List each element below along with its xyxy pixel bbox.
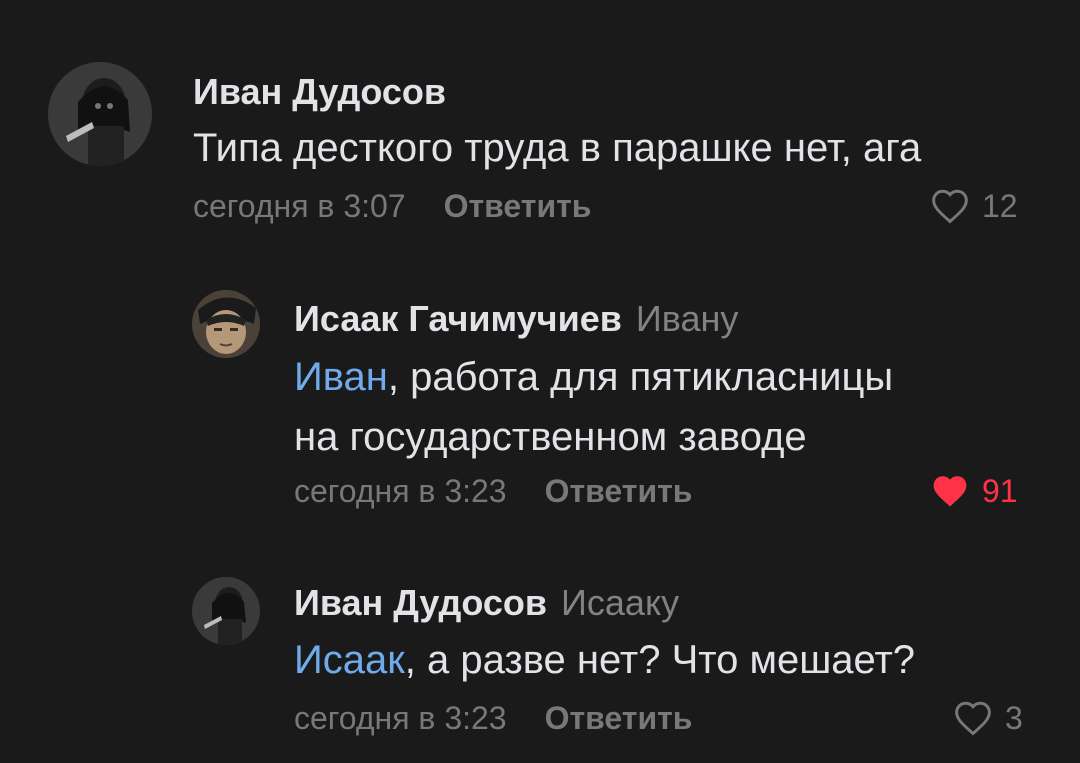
author-line: Иван Дудосов xyxy=(193,70,446,114)
comment-text: Исаак, а разве нет? Что мешает? xyxy=(294,630,915,690)
comment-text-line: на государственном заводе xyxy=(294,415,807,459)
avatar-ivan[interactable] xyxy=(48,62,152,166)
avatar-photo-icon xyxy=(48,62,152,166)
reply-button[interactable]: Ответить xyxy=(545,700,693,736)
heart-outline-icon xyxy=(955,701,991,736)
comment-time: сегодня в 3:23 xyxy=(294,473,507,509)
avatar-photo-icon xyxy=(192,290,260,358)
comment-time: сегодня в 3:07 xyxy=(193,188,406,224)
avatar-isaak[interactable] xyxy=(192,290,260,358)
comment-time: сегодня в 3:23 xyxy=(294,700,507,736)
like-count: 3 xyxy=(1005,700,1023,736)
mention-link[interactable]: Исаак xyxy=(294,638,405,682)
like-count: 91 xyxy=(982,473,1018,509)
like-button[interactable]: 91 xyxy=(930,471,1018,511)
like-button[interactable]: 12 xyxy=(930,186,1018,226)
reply-button[interactable]: Ответить xyxy=(545,473,693,509)
avatar-photo-icon xyxy=(192,577,260,645)
author-line: Исаак Гачимучиев Ивану xyxy=(294,297,738,341)
avatar-ivan[interactable] xyxy=(192,577,260,645)
comment-meta: сегодня в 3:07 Ответить xyxy=(193,186,591,226)
comment-meta: сегодня в 3:23 Ответить xyxy=(294,698,692,738)
reply-to-label[interactable]: Ивану xyxy=(636,298,739,339)
author-name[interactable]: Иван Дудосов xyxy=(193,71,446,112)
comment-text-line: , а разве нет? Что мешает? xyxy=(404,638,916,682)
comment-text: Иван, работа для пятикласницы на государ… xyxy=(294,347,893,467)
author-line: Иван Дудосов Исааку xyxy=(294,581,679,625)
like-button[interactable]: 3 xyxy=(953,698,1023,738)
reply-to-label[interactable]: Исааку xyxy=(561,582,679,623)
mention-link[interactable]: Иван xyxy=(294,355,388,399)
like-count: 12 xyxy=(982,188,1018,224)
author-name[interactable]: Исаак Гачимучиев xyxy=(294,298,622,339)
comment-text: Типа десткого труда в парашке нет, ага xyxy=(193,118,921,178)
comment-text-line: Типа десткого труда в парашке нет, ага xyxy=(193,126,922,170)
comment-meta: сегодня в 3:23 Ответить xyxy=(294,471,692,511)
heart-outline-icon xyxy=(932,189,968,224)
author-name[interactable]: Иван Дудосов xyxy=(294,582,547,623)
reply-button[interactable]: Ответить xyxy=(444,188,592,224)
heart-filled-icon xyxy=(933,476,967,507)
comment-text-line: , работа для пятикласницы xyxy=(387,355,894,399)
